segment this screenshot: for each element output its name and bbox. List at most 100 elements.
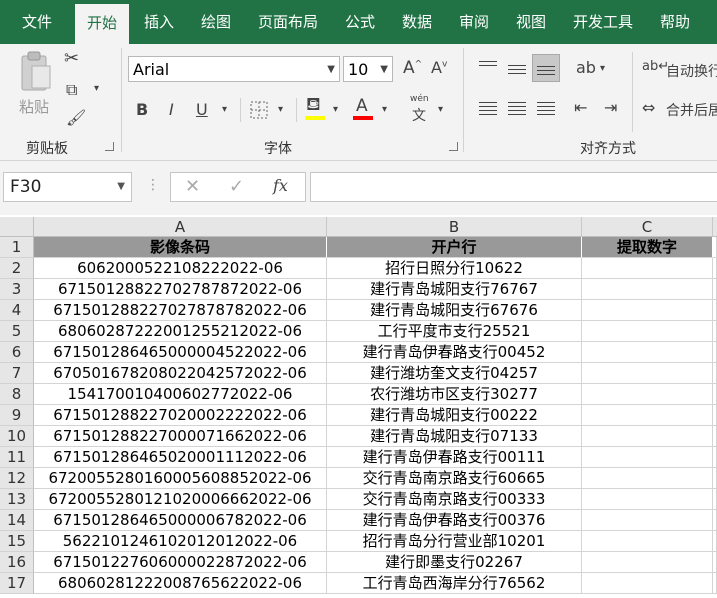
tab-developer[interactable]: 开发工具	[565, 0, 641, 44]
table-cell[interactable]: 671501286465000006782022-06	[34, 510, 327, 531]
align-right-icon[interactable]	[537, 99, 555, 118]
wrap-text-button[interactable]: 自动换行	[666, 61, 717, 81]
decrease-indent-icon[interactable]: ⇤	[574, 98, 587, 117]
row-header[interactable]: 9	[0, 405, 34, 426]
row-header[interactable]: 5	[0, 321, 34, 342]
row-header[interactable]: 7	[0, 363, 34, 384]
table-cell[interactable]: 建行潍坊奎文支行04257	[327, 363, 582, 384]
table-cell[interactable]: 建行青岛伊春路支行00376	[327, 510, 582, 531]
font-color-button[interactable]: A	[356, 96, 368, 116]
table-cell[interactable]	[582, 279, 713, 300]
table-cell[interactable]	[582, 321, 713, 342]
table-cell[interactable]: 670501678208022042572022-06	[34, 363, 327, 384]
table-cell[interactable]	[582, 426, 713, 447]
table-cell[interactable]	[713, 384, 717, 405]
table-cell[interactable]: 671501286465000004522022-06	[34, 342, 327, 363]
row-header[interactable]: 8	[0, 384, 34, 405]
table-cell[interactable]: 招行日照分行10622	[327, 258, 582, 279]
table-cell[interactable]: 交行青岛南京路支行60665	[327, 468, 582, 489]
table-cell[interactable]	[713, 258, 717, 279]
header-cell[interactable]: 影像条码	[34, 237, 327, 258]
table-cell[interactable]	[582, 384, 713, 405]
table-cell[interactable]	[713, 573, 717, 594]
orientation-icon[interactable]: ab	[576, 58, 596, 77]
table-cell[interactable]: 建行青岛城阳支行07133	[327, 426, 582, 447]
row-header[interactable]: 16	[0, 552, 34, 573]
formula-input[interactable]	[310, 172, 717, 202]
tab-help[interactable]: 帮助	[652, 0, 698, 44]
table-cell[interactable]	[713, 300, 717, 321]
row-header[interactable]: 13	[0, 489, 34, 510]
row-header[interactable]: 3	[0, 279, 34, 300]
table-cell[interactable]: 工行青岛西海岸分行76562	[327, 573, 582, 594]
underline-button[interactable]: U	[196, 100, 208, 119]
table-cell[interactable]: 6062000522108222022-06	[34, 258, 327, 279]
table-cell[interactable]: 招行青岛分行营业部10201	[327, 531, 582, 552]
font-color-dropdown-icon[interactable]: ▾	[382, 104, 387, 115]
row-header[interactable]: 10	[0, 426, 34, 447]
row-header[interactable]: 12	[0, 468, 34, 489]
phonetic-top[interactable]: wén	[410, 94, 429, 104]
copy-dropdown-icon[interactable]: ▾	[94, 83, 99, 94]
header-cell[interactable]: 开户行	[327, 237, 582, 258]
select-all-corner[interactable]	[0, 217, 34, 237]
align-top-icon[interactable]	[479, 58, 497, 69]
table-cell[interactable]	[582, 300, 713, 321]
cut-icon[interactable]: ✂	[64, 48, 79, 69]
table-cell[interactable]	[713, 237, 717, 258]
align-bottom-button[interactable]	[532, 54, 560, 82]
table-cell[interactable]: 671501227606000022872022-06	[34, 552, 327, 573]
align-middle-icon[interactable]	[508, 62, 526, 77]
tab-home[interactable]: 开始	[75, 4, 129, 44]
table-cell[interactable]	[713, 510, 717, 531]
table-cell[interactable]	[582, 489, 713, 510]
table-cell[interactable]: 68060287222001255212022-06	[34, 321, 327, 342]
table-cell[interactable]	[582, 510, 713, 531]
tab-data[interactable]: 数据	[394, 0, 440, 44]
more-options-icon[interactable]: ⋮	[146, 177, 160, 193]
table-cell[interactable]: 5622101246102012012022-06	[34, 531, 327, 552]
table-cell[interactable]	[713, 468, 717, 489]
table-cell[interactable]: 建行即墨支行02267	[327, 552, 582, 573]
table-cell[interactable]	[713, 405, 717, 426]
align-center-icon[interactable]	[508, 99, 526, 118]
row-header[interactable]: 11	[0, 447, 34, 468]
table-cell[interactable]	[582, 552, 713, 573]
table-cell[interactable]	[713, 279, 717, 300]
table-cell[interactable]	[582, 258, 713, 279]
fill-dropdown-icon[interactable]: ▾	[333, 104, 338, 115]
tab-formulas[interactable]: 公式	[337, 0, 383, 44]
table-cell[interactable]	[713, 321, 717, 342]
table-cell[interactable]	[582, 573, 713, 594]
table-cell[interactable]	[713, 552, 717, 573]
clipboard-launcher-icon[interactable]	[105, 142, 114, 151]
table-cell[interactable]	[582, 363, 713, 384]
table-cell[interactable]	[713, 447, 717, 468]
border-dropdown-icon[interactable]: ▾	[278, 104, 283, 115]
table-cell[interactable]: 671501288227027878782022-06	[34, 300, 327, 321]
tab-insert[interactable]: 插入	[136, 0, 182, 44]
table-cell[interactable]	[582, 531, 713, 552]
table-cell[interactable]	[582, 342, 713, 363]
border-icon[interactable]	[250, 101, 268, 119]
merge-center-button[interactable]: 合并后居	[666, 100, 717, 120]
insert-function-button[interactable]: fx	[273, 176, 288, 195]
table-cell[interactable]: 建行青岛城阳支行00222	[327, 405, 582, 426]
table-cell[interactable]	[713, 531, 717, 552]
table-cell[interactable]: 农行潍坊市区支行30277	[327, 384, 582, 405]
table-cell[interactable]	[713, 363, 717, 384]
format-painter-icon[interactable]: 🖌	[66, 108, 86, 127]
row-header[interactable]: 6	[0, 342, 34, 363]
table-cell[interactable]: 67150128822702787872022-06	[34, 279, 327, 300]
table-cell[interactable]: 671501288227020002222022-06	[34, 405, 327, 426]
table-cell[interactable]	[713, 426, 717, 447]
table-cell[interactable]: 交行青岛南京路支行00333	[327, 489, 582, 510]
table-cell[interactable]: 6720055280121020006662022-06	[34, 489, 327, 510]
table-cell[interactable]: 671501286465020001112022-06	[34, 447, 327, 468]
italic-button[interactable]: I	[169, 100, 174, 119]
name-box[interactable]: F30 ▼	[3, 172, 132, 202]
row-header[interactable]: 17	[0, 573, 34, 594]
table-cell[interactable]	[713, 489, 717, 510]
enter-icon[interactable]: ✓	[229, 176, 244, 197]
orientation-dropdown-icon[interactable]: ▾	[600, 63, 605, 74]
